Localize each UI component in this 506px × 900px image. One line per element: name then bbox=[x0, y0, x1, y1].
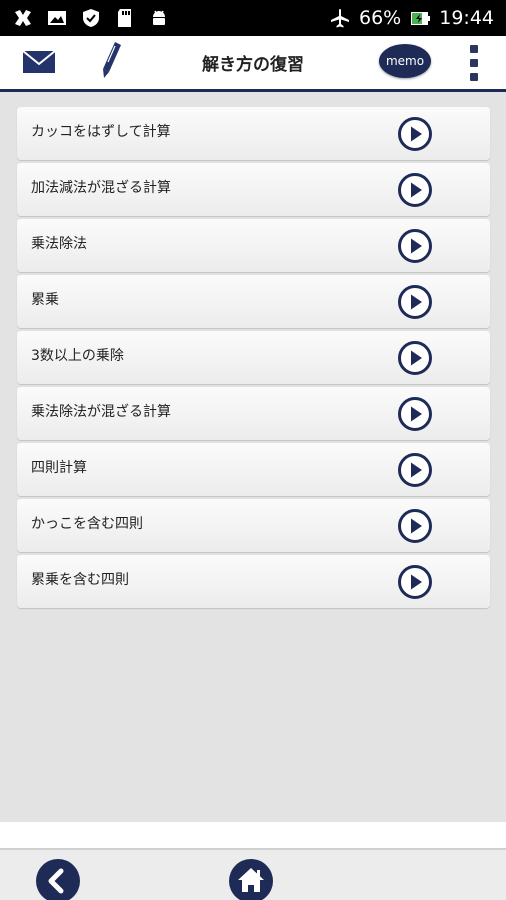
clock: 19:44 bbox=[439, 7, 494, 29]
play-icon[interactable] bbox=[397, 508, 433, 544]
list-item-label: 3数以上の乗除 bbox=[31, 348, 124, 364]
lesson-list: カッコをはずして計算 加法減法が混ざる計算 乗法除法 累乗 3数以上の乗除 乗法… bbox=[17, 107, 490, 611]
sd-card-icon bbox=[114, 7, 136, 29]
overflow-dot bbox=[470, 59, 478, 67]
bottom-nav-bar bbox=[0, 848, 506, 900]
list-item[interactable]: カッコをはずして計算 bbox=[17, 107, 490, 160]
android-icon bbox=[148, 7, 170, 29]
home-button[interactable] bbox=[228, 858, 274, 900]
list-item-label: 乗法除法が混ざる計算 bbox=[31, 404, 171, 420]
list-item[interactable]: 乗法除法が混ざる計算 bbox=[17, 387, 490, 440]
list-item[interactable]: 累乗 bbox=[17, 275, 490, 328]
shield-icon bbox=[80, 7, 102, 29]
play-icon[interactable] bbox=[397, 284, 433, 320]
list-item-label: 累乗を含む四則 bbox=[31, 572, 129, 588]
list-item[interactable]: 加法減法が混ざる計算 bbox=[17, 163, 490, 216]
app-header: 解き方の復習 memo bbox=[0, 36, 506, 92]
list-item[interactable]: 乗法除法 bbox=[17, 219, 490, 272]
battery-percent: 66% bbox=[359, 7, 402, 29]
status-right: 66% 19:44 bbox=[329, 7, 494, 29]
image-icon bbox=[46, 7, 68, 29]
play-icon[interactable] bbox=[397, 172, 433, 208]
status-bar: 66% 19:44 bbox=[0, 0, 506, 36]
mail-button[interactable] bbox=[20, 46, 58, 78]
memo-button[interactable]: memo bbox=[379, 44, 431, 78]
overflow-dot bbox=[470, 45, 478, 53]
play-icon[interactable] bbox=[397, 452, 433, 488]
list-item-label: 四則計算 bbox=[31, 460, 87, 476]
play-icon[interactable] bbox=[397, 396, 433, 432]
play-icon[interactable] bbox=[397, 564, 433, 600]
airplane-mode-icon bbox=[329, 7, 351, 29]
list-item-label: かっこを含む四則 bbox=[31, 516, 143, 532]
list-item-label: 乗法除法 bbox=[31, 236, 87, 252]
home-icon bbox=[229, 859, 273, 900]
list-item-label: カッコをはずして計算 bbox=[31, 124, 171, 140]
list-item[interactable]: 累乗を含む四則 bbox=[17, 555, 490, 608]
app-icon bbox=[12, 7, 34, 29]
play-icon[interactable] bbox=[397, 228, 433, 264]
back-button[interactable] bbox=[35, 858, 81, 900]
list-item-label: 累乗 bbox=[31, 292, 59, 308]
pencil-button[interactable] bbox=[96, 40, 126, 80]
back-icon bbox=[36, 859, 80, 900]
status-left-icons bbox=[12, 7, 170, 29]
list-item[interactable]: かっこを含む四則 bbox=[17, 499, 490, 552]
play-icon[interactable] bbox=[397, 340, 433, 376]
overflow-menu-button[interactable] bbox=[462, 42, 486, 84]
battery-charging-icon bbox=[409, 7, 431, 29]
overflow-dot bbox=[470, 73, 478, 81]
ad-space bbox=[0, 822, 506, 848]
list-item[interactable]: 3数以上の乗除 bbox=[17, 331, 490, 384]
list-item-label: 加法減法が混ざる計算 bbox=[31, 180, 171, 196]
list-item[interactable]: 四則計算 bbox=[17, 443, 490, 496]
mail-icon bbox=[22, 50, 56, 73]
pencil-icon bbox=[103, 42, 121, 78]
play-icon[interactable] bbox=[397, 116, 433, 152]
